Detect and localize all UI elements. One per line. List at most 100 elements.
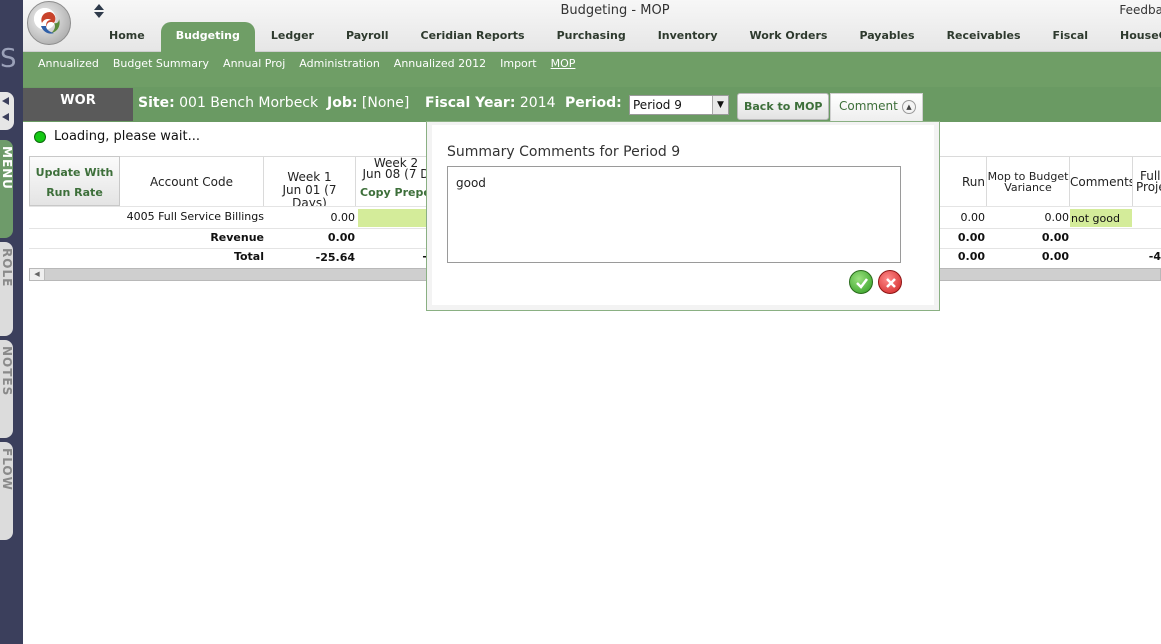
header-run-rate: Run Rate <box>937 156 987 206</box>
loading-status: Loading, please wait... <box>34 129 200 144</box>
header-comments: Comments <box>1070 156 1133 206</box>
popup-title: Summary Comments for Period 9 <box>447 144 681 160</box>
header-week-2: Week 2 Jun 08 (7 D Copy Prepo <box>356 156 436 206</box>
fiscal-year-value: 2014 <box>519 95 556 111</box>
chevron-up-icon: ▲ <box>902 100 916 114</box>
variance-cell: 0.00 <box>1041 231 1069 244</box>
account-cell: 4005 Full Service Billings <box>126 210 264 223</box>
main-nav: Home Budgeting Ledger Payroll Ceridian R… <box>93 22 1161 52</box>
header-account-code: Account Code <box>120 156 264 206</box>
sub-nav: Annualized Budget Summary Annual Proj Ad… <box>23 52 1161 76</box>
nav-payables[interactable]: Payables <box>843 22 930 52</box>
comment-button-label: Comment <box>839 99 898 113</box>
account-cell: Revenue <box>210 231 264 244</box>
double-arrow-icon <box>2 97 9 121</box>
subnav-mop[interactable]: MOP <box>544 52 583 76</box>
week2-cell: - <box>422 250 427 263</box>
close-icon <box>886 278 896 288</box>
status-text: Loading, please wait... <box>54 129 200 144</box>
save-comment-button[interactable] <box>849 270 873 294</box>
back-to-mop-button[interactable]: Back to MOP <box>737 93 830 120</box>
popup-body: Summary Comments for Period 9 good <box>432 125 934 305</box>
period-field: Period: <box>565 95 622 111</box>
header-mop-variance: Mop to Budget Variance <box>987 156 1070 206</box>
job-field: Job: [None] <box>327 95 409 111</box>
week1-cell[interactable]: 0.00 <box>264 211 356 224</box>
nav-ledger[interactable]: Ledger <box>255 22 330 52</box>
rail-tab-label: NOTES <box>0 346 13 397</box>
rail-tab-role[interactable]: ROLE <box>0 242 13 336</box>
site-value: 001 Bench Morbeck <box>179 95 319 111</box>
week1-cell: 0.00 <box>327 231 355 244</box>
left-rail: S MENU ROLE NOTES FLOW <box>0 0 23 644</box>
period-select[interactable]: Period 9 ▼ <box>629 95 729 115</box>
fiscal-year-label: Fiscal Year: <box>425 95 516 111</box>
copy-prepo-link[interactable]: Copy Prepo <box>360 187 431 198</box>
week2-subtitle: Jun 08 (7 D <box>362 167 430 181</box>
summary-comment-textarea[interactable]: good <box>447 166 901 263</box>
period-selected-value: Period 9 <box>633 98 682 112</box>
update-button-line1: Update With <box>35 166 114 179</box>
job-value: [None] <box>361 95 410 111</box>
subnav-budget-summary[interactable]: Budget Summary <box>106 52 216 76</box>
header-week-1: Week 1 Jun 01 (7 Days) <box>264 156 356 206</box>
subnav-annualized[interactable]: Annualized <box>31 52 106 76</box>
account-cell: Total <box>233 250 264 263</box>
rail-tab-label: FLOW <box>0 448 13 491</box>
variance-line2: Variance <box>1004 181 1052 194</box>
rail-tab-label: ROLE <box>0 248 13 288</box>
nav-inventory[interactable]: Inventory <box>642 22 734 52</box>
nav-payroll[interactable]: Payroll <box>330 22 405 52</box>
site-field: Site: 001 Bench Morbeck <box>138 95 318 111</box>
run-rate-cell: 0.00 <box>960 211 986 224</box>
rail-tab-flow[interactable]: FLOW <box>0 442 13 540</box>
rail-tab-menu[interactable]: MENU <box>0 140 13 238</box>
house-code-badge[interactable]: WOR <box>23 88 133 121</box>
nav-fiscal[interactable]: Fiscal <box>1037 22 1105 52</box>
rail-collapse-toggle[interactable] <box>0 92 14 130</box>
comment-button[interactable]: Comment ▲ <box>830 93 923 121</box>
scroll-left-arrow-icon[interactable]: ◀ <box>30 269 45 280</box>
app-header: Budgeting - MOP Feedba Home Budgeting Le… <box>23 0 1161 52</box>
full-proj-cell: -4 <box>1148 250 1161 263</box>
rail-letter: S <box>0 44 17 74</box>
cancel-comment-button[interactable] <box>878 270 902 294</box>
status-indicator-icon <box>34 131 46 143</box>
run-rate-cell: 0.00 <box>957 231 985 244</box>
nav-purchasing[interactable]: Purchasing <box>541 22 642 52</box>
fiscal-year-field: Fiscal Year: 2014 <box>425 95 556 111</box>
period-label: Period: <box>565 95 622 111</box>
context-bar: WOR Site: 001 Bench Morbeck Job: [None] … <box>23 87 1161 122</box>
subnav-annualized-2012[interactable]: Annualized 2012 <box>387 52 493 76</box>
window-title: Budgeting - MOP <box>560 3 670 18</box>
feedback-link[interactable]: Feedba <box>1119 3 1161 17</box>
update-with-run-rate-button[interactable]: Update With Run Rate <box>29 156 120 206</box>
job-label: Job: <box>327 95 358 111</box>
variance-cell: 0.00 <box>1044 211 1070 224</box>
week1-subtitle: Jun 01 (7 Days) <box>282 183 337 207</box>
variance-cell: 0.00 <box>1041 250 1069 263</box>
nav-housecode[interactable]: HouseCode <box>1104 22 1161 52</box>
update-button-line2: Run Rate <box>46 186 103 199</box>
site-label: Site: <box>138 95 175 111</box>
subnav-strip <box>23 76 1161 87</box>
rail-tab-notes[interactable]: NOTES <box>0 340 13 438</box>
nav-receivables[interactable]: Receivables <box>931 22 1037 52</box>
dropdown-arrow-icon[interactable]: ▼ <box>712 96 728 114</box>
subnav-import[interactable]: Import <box>493 52 544 76</box>
comment-input-cell[interactable]: not good <box>1070 209 1132 227</box>
run-rate-cell: 0.00 <box>957 250 985 263</box>
full-proj-line2: Proje <box>1136 180 1161 194</box>
week1-cell: -25.64 <box>315 251 355 264</box>
header-full-projection: Full Proje <box>1133 156 1161 206</box>
summary-comments-popup: Summary Comments for Period 9 good <box>426 121 940 311</box>
nav-home[interactable]: Home <box>93 22 161 52</box>
rail-tab-label: MENU <box>0 146 13 190</box>
comment-text: not good <box>1071 212 1120 225</box>
checkmark-icon <box>856 278 868 289</box>
subnav-annual-proj[interactable]: Annual Proj <box>216 52 292 76</box>
nav-ceridian-reports[interactable]: Ceridian Reports <box>405 22 541 52</box>
subnav-administration[interactable]: Administration <box>292 52 387 76</box>
nav-budgeting[interactable]: Budgeting <box>160 22 255 52</box>
nav-work-orders[interactable]: Work Orders <box>734 22 844 52</box>
